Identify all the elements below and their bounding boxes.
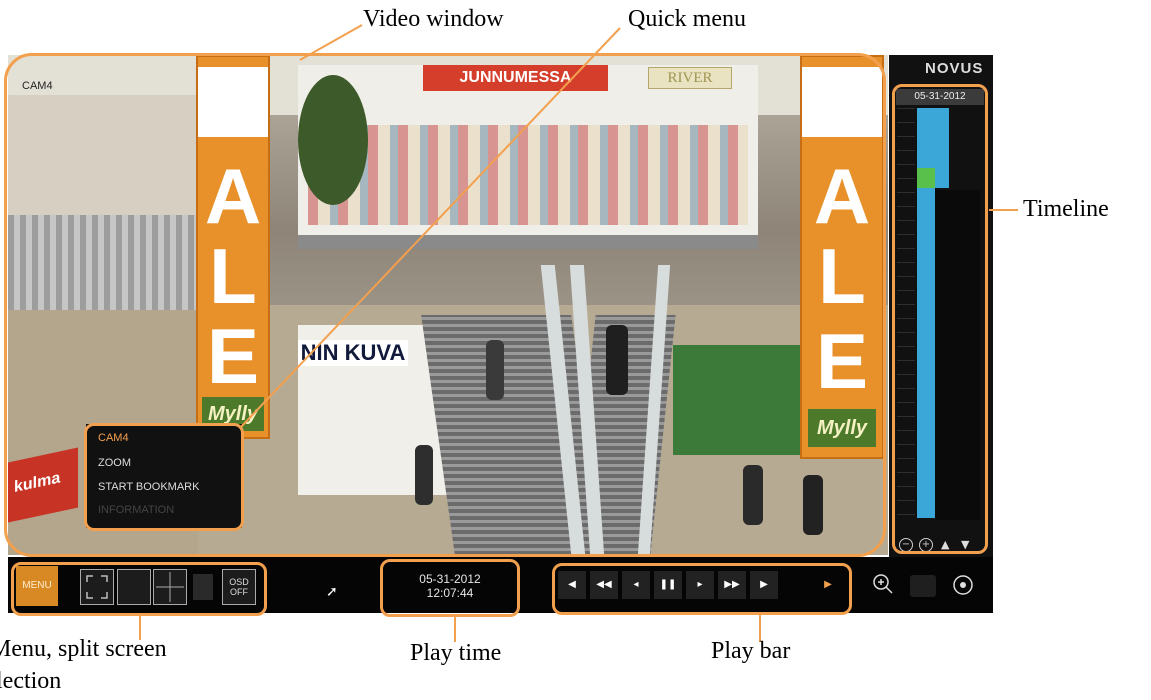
callout-play-bar: Play bar [711,638,791,664]
callout-menu-split: Menu, split screen [0,636,167,662]
callout-timeline: Timeline [1023,196,1109,222]
callout-menu-split-line2: lection [0,668,62,694]
callout-video-window: Video window [363,6,504,32]
callout-quick-menu: Quick menu [628,6,746,32]
callout-lines [139,24,1018,642]
callout-play-time: Play time [410,640,502,666]
